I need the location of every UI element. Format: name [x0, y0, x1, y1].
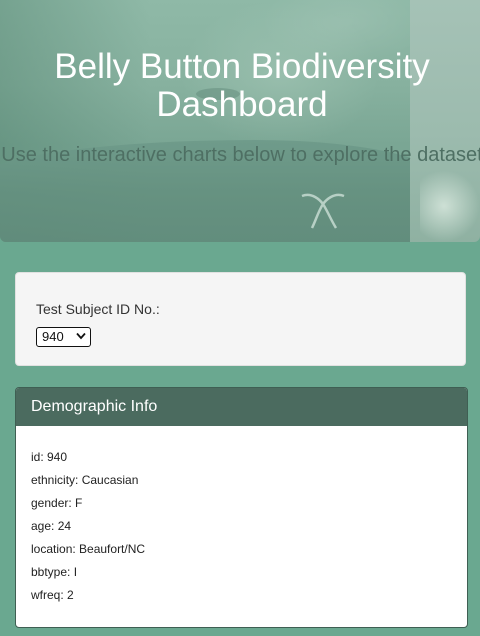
subject-id-select[interactable]: 940 — [36, 327, 91, 347]
demographic-row-gender: gender: F — [31, 496, 83, 510]
page-subtitle: Use the interactive charts below to expl… — [1, 144, 480, 166]
subject-selector-card: Test Subject ID No.: 940 — [15, 272, 466, 366]
demographic-row-id: id: 940 — [31, 450, 68, 464]
demographic-info-body: id: 940 ethnicity: Caucasian gender: F a… — [16, 426, 467, 607]
drawstring-image — [301, 193, 345, 229]
demographic-row-wfreq: wfreq: 2 — [31, 588, 74, 602]
hero-image-hand — [420, 170, 480, 242]
demographic-row-age: age: 24 — [31, 519, 72, 533]
subject-id-selected-value: 940 — [42, 329, 64, 344]
demographic-info-panel: Demographic Info id: 940 ethnicity: Cauc… — [15, 387, 468, 628]
subject-id-label: Test Subject ID No.: — [36, 301, 160, 317]
demographic-row-bbtype: bbtype: I — [31, 565, 78, 579]
page-title: Belly Button Biodiversity Dashboard — [54, 47, 430, 124]
panel-heading: Demographic Info — [16, 388, 467, 426]
chevron-down-icon — [76, 332, 86, 340]
hero-banner: Belly Button Biodiversity Dashboard Use … — [0, 0, 480, 242]
demographic-row-location: location: Beaufort/NC — [31, 542, 146, 556]
demographic-row-ethnicity: ethnicity: Caucasian — [31, 473, 139, 487]
